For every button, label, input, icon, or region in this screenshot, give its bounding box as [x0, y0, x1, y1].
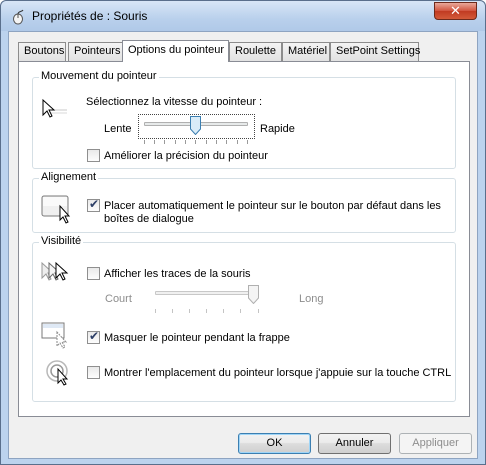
tab-materiel[interactable]: Matériel — [282, 42, 330, 61]
hide-pointer-label[interactable]: Masquer le pointeur pendant la frappe — [104, 331, 290, 345]
tab-boutons[interactable]: Boutons — [18, 42, 66, 61]
visibility-group: Visibilité Afficher les traces de la sou… — [32, 235, 456, 402]
precision-checkbox[interactable] — [87, 149, 100, 162]
tab-pointeurs[interactable]: Pointeurs — [68, 42, 125, 61]
pointer-trails-icon — [41, 261, 69, 281]
snap-to-button-icon — [41, 195, 71, 224]
motion-group: Mouvement du pointeur Sélectionnez la vi… — [32, 70, 456, 169]
trails-label[interactable]: Afficher les traces de la souris — [104, 267, 251, 281]
dialog-window: Propriétés de : Souris ✕ Boutons Pointeu… — [0, 0, 486, 465]
trails-slider-thumb[interactable] — [248, 285, 259, 304]
slow-label: Lente — [104, 123, 132, 135]
apply-button[interactable]: Appliquer — [399, 433, 472, 454]
title-bar[interactable]: Propriétés de : Souris ✕ — [1, 1, 485, 31]
precision-label[interactable]: Améliorer la précision du pointeur — [104, 149, 268, 163]
dialog-client: Boutons Pointeurs Options du pointeur Ro… — [8, 31, 478, 459]
hide-pointer-icon — [41, 322, 68, 349]
speed-slider-thumb[interactable] — [190, 116, 201, 135]
tab-setpoint-settings[interactable]: SetPoint Settings — [330, 42, 420, 61]
close-icon: ✕ — [450, 3, 461, 18]
trails-slider-track[interactable] — [155, 291, 259, 295]
speed-label: Sélectionnez la vitesse du pointeur : — [86, 96, 263, 108]
motion-group-title: Mouvement du pointeur — [39, 70, 159, 82]
trails-slider-ticks — [155, 304, 259, 313]
pointer-speed-icon — [42, 98, 67, 118]
snap-group: Alignement Placer automatiquement le poi… — [32, 171, 456, 233]
ctrl-location-label[interactable]: Montrer l'emplacement du pointeur lorsqu… — [104, 366, 451, 380]
ctrl-location-checkbox[interactable] — [87, 366, 100, 379]
fast-label: Rapide — [260, 123, 295, 135]
speed-slider-ticks — [144, 135, 248, 144]
snap-group-title: Alignement — [39, 171, 99, 183]
visibility-group-title: Visibilité — [39, 235, 84, 247]
snap-label-line1[interactable]: Placer automatiquement le pointeur sur l… — [104, 199, 441, 213]
cancel-button[interactable]: Annuler — [318, 433, 391, 454]
snap-label-line2[interactable]: boîtes de dialogue — [104, 212, 194, 226]
show-location-icon — [46, 360, 69, 386]
short-label: Court — [105, 293, 132, 305]
close-button[interactable]: ✕ — [434, 2, 477, 20]
long-label: Long — [299, 293, 324, 305]
mouse-icon — [13, 9, 24, 25]
tab-roulette[interactable]: Roulette — [229, 42, 282, 61]
tab-panel: Mouvement du pointeur Sélectionnez la vi… — [18, 61, 470, 417]
snap-checkbox[interactable] — [87, 197, 100, 212]
window-title: Propriétés de : Souris — [32, 9, 148, 23]
trails-checkbox[interactable] — [87, 267, 100, 280]
tab-options-du-pointeur[interactable]: Options du pointeur — [122, 40, 229, 62]
hide-pointer-checkbox[interactable] — [87, 329, 100, 344]
ok-button[interactable]: OK — [238, 433, 311, 454]
